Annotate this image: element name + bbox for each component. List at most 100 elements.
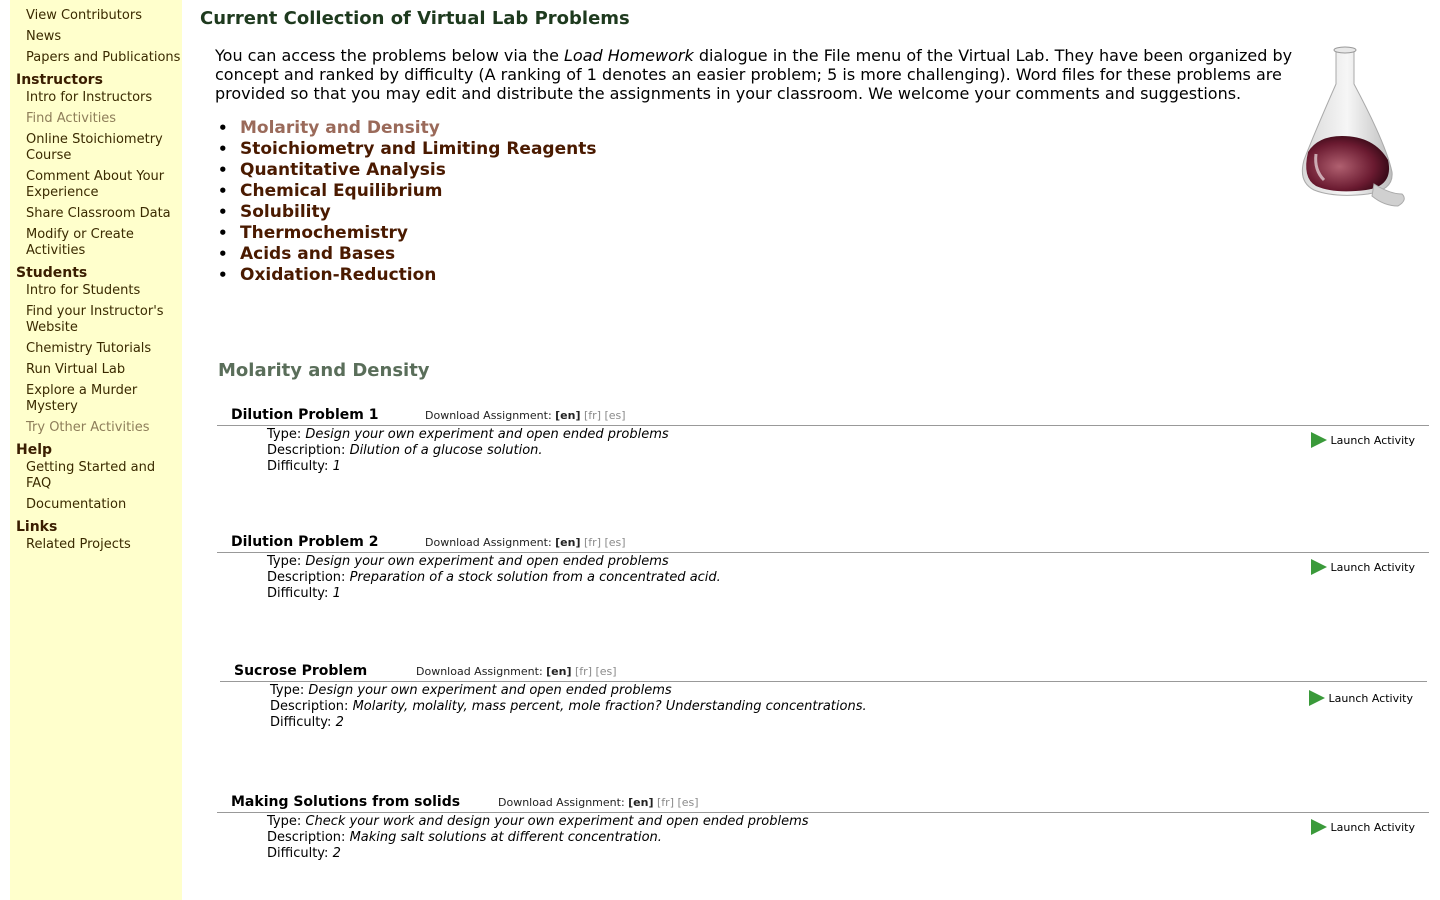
launch-activity-button[interactable]: Launch Activity <box>1310 819 1415 835</box>
bullet-icon: • <box>218 182 228 200</box>
problem-item: Dilution Problem 2 Download Assignment: … <box>217 534 1429 602</box>
download-es-link[interactable]: [es] <box>605 409 626 422</box>
sidebar-item-stoichiometry-course[interactable]: Online Stoichiometry Course <box>10 132 182 164</box>
sidebar-item-papers[interactable]: Papers and Publications <box>10 50 182 66</box>
sidebar-item-getting-started[interactable]: Getting Started and FAQ <box>10 460 182 492</box>
topic-label: Thermochemistry <box>240 223 408 243</box>
play-icon <box>1310 819 1327 835</box>
sidebar-item-intro-students[interactable]: Intro for Students <box>10 283 182 299</box>
topic-link-solubility[interactable]: • Solubility <box>218 202 596 223</box>
bullet-icon: • <box>218 224 228 242</box>
description-label: Description: <box>267 830 346 845</box>
bullet-icon: • <box>218 266 228 284</box>
type-label: Type: <box>267 427 302 442</box>
launch-label: Launch Activity <box>1330 433 1415 447</box>
sidebar-item-find-activities[interactable]: Find Activities <box>10 111 182 127</box>
launch-label: Launch Activity <box>1330 820 1415 834</box>
problem-details: Type: Design your own experiment and ope… <box>220 682 1427 731</box>
bullet-icon: • <box>218 203 228 221</box>
launch-activity-button[interactable]: Launch Activity <box>1308 690 1413 706</box>
topic-link-quantitative[interactable]: • Quantitative Analysis <box>218 160 596 181</box>
download-es-link[interactable]: [es] <box>678 796 699 809</box>
problem-name: Dilution Problem 1 <box>231 407 379 423</box>
problem-description: Molarity, molality, mass percent, mole f… <box>352 699 867 714</box>
problem-description: Dilution of a glucose solution. <box>349 443 543 458</box>
topic-link-redox[interactable]: • Oxidation-Reduction <box>218 265 596 286</box>
section-title: Molarity and Density <box>218 360 430 381</box>
sidebar-item-tutorials[interactable]: Chemistry Tutorials <box>10 341 182 357</box>
difficulty-label: Difficulty: <box>267 459 329 474</box>
download-en-link[interactable]: [en] <box>555 536 580 549</box>
launch-label: Launch Activity <box>1330 560 1415 574</box>
download-label: Download Assignment: <box>416 665 543 678</box>
launch-label: Launch Activity <box>1328 691 1413 705</box>
difficulty-label: Difficulty: <box>267 586 329 601</box>
bullet-icon: • <box>218 161 228 179</box>
download-assignment: Download Assignment: [en] [fr] [es] <box>498 796 699 809</box>
download-fr-link[interactable]: [fr] <box>584 409 601 422</box>
problem-difficulty: 2 <box>332 846 341 861</box>
problem-item: Sucrose Problem Download Assignment: [en… <box>220 663 1427 731</box>
topic-label: Oxidation-Reduction <box>240 265 437 285</box>
sidebar-item-intro-instructors[interactable]: Intro for Instructors <box>10 90 182 106</box>
sidebar-item-find-instructor[interactable]: Find your Instructor's Website <box>10 304 182 336</box>
download-label: Download Assignment: <box>425 409 552 422</box>
sidebar-item-other-activities[interactable]: Try Other Activities <box>10 420 182 436</box>
download-assignment: Download Assignment: [en] [fr] [es] <box>416 665 617 678</box>
download-fr-link[interactable]: [fr] <box>657 796 674 809</box>
topic-link-molarity[interactable]: • Molarity and Density <box>218 118 596 139</box>
intro-text-italic: Load Homework <box>564 46 694 65</box>
download-assignment: Download Assignment: [en] [fr] [es] <box>425 536 626 549</box>
type-label: Type: <box>270 683 305 698</box>
difficulty-label: Difficulty: <box>270 715 332 730</box>
problem-item: Making Solutions from solids Download As… <box>217 794 1429 862</box>
topic-link-thermochemistry[interactable]: • Thermochemistry <box>218 223 596 244</box>
sidebar-heading-help: Help <box>16 442 53 458</box>
page-title: Current Collection of Virtual Lab Proble… <box>200 8 630 29</box>
problem-name: Making Solutions from solids <box>231 794 461 810</box>
download-label: Download Assignment: <box>425 536 552 549</box>
topic-link-stoichiometry[interactable]: • Stoichiometry and Limiting Reagents <box>218 139 597 160</box>
topic-label: Chemical Equilibrium <box>240 181 443 201</box>
launch-activity-button[interactable]: Launch Activity <box>1310 432 1415 448</box>
problem-description: Making salt solutions at different conce… <box>349 830 662 845</box>
download-en-link[interactable]: [en] <box>546 665 571 678</box>
download-es-link[interactable]: [es] <box>605 536 626 549</box>
download-en-link[interactable]: [en] <box>628 796 653 809</box>
download-es-link[interactable]: [es] <box>596 665 617 678</box>
problem-difficulty: 2 <box>335 715 344 730</box>
download-fr-link[interactable]: [fr] <box>575 665 592 678</box>
sidebar-heading-students: Students <box>16 265 88 281</box>
play-icon <box>1310 559 1327 575</box>
topic-label: Stoichiometry and Limiting Reagents <box>240 139 597 159</box>
type-label: Type: <box>267 814 302 829</box>
play-icon <box>1310 432 1327 448</box>
launch-activity-button[interactable]: Launch Activity <box>1310 559 1415 575</box>
sidebar-item-comment[interactable]: Comment About Your Experience <box>10 169 182 201</box>
topic-link-equilibrium[interactable]: • Chemical Equilibrium <box>218 181 596 202</box>
description-label: Description: <box>267 570 346 585</box>
topic-link-acids-bases[interactable]: • Acids and Bases <box>218 244 596 265</box>
sidebar-item-view-contributors[interactable]: View Contributors <box>10 8 182 24</box>
problem-item: Dilution Problem 1 Download Assignment: … <box>217 407 1429 475</box>
problem-details: Type: Design your own experiment and ope… <box>217 553 1429 602</box>
topic-label: Solubility <box>240 202 331 222</box>
sidebar-item-run-lab[interactable]: Run Virtual Lab <box>10 362 182 378</box>
download-fr-link[interactable]: [fr] <box>584 536 601 549</box>
problem-details: Type: Design your own experiment and ope… <box>217 426 1429 475</box>
main-content: Current Collection of Virtual Lab Proble… <box>182 0 1440 900</box>
download-en-link[interactable]: [en] <box>555 409 580 422</box>
bullet-icon: • <box>218 119 228 137</box>
intro-paragraph: You can access the problems below via th… <box>215 46 1305 103</box>
sidebar-item-documentation[interactable]: Documentation <box>10 497 182 513</box>
sidebar-item-murder-mystery[interactable]: Explore a Murder Mystery <box>10 383 182 415</box>
sidebar-item-share-data[interactable]: Share Classroom Data <box>10 206 182 222</box>
problem-details: Type: Check your work and design your ow… <box>217 813 1429 862</box>
sidebar-item-related-projects[interactable]: Related Projects <box>10 537 182 553</box>
problem-type: Design your own experiment and open ende… <box>305 427 669 442</box>
sidebar-item-news[interactable]: News <box>10 29 182 45</box>
problem-name: Sucrose Problem <box>234 663 368 679</box>
sidebar-item-modify-activities[interactable]: Modify or Create Activities <box>10 227 182 259</box>
topic-label: Quantitative Analysis <box>240 160 446 180</box>
play-icon <box>1308 690 1325 706</box>
